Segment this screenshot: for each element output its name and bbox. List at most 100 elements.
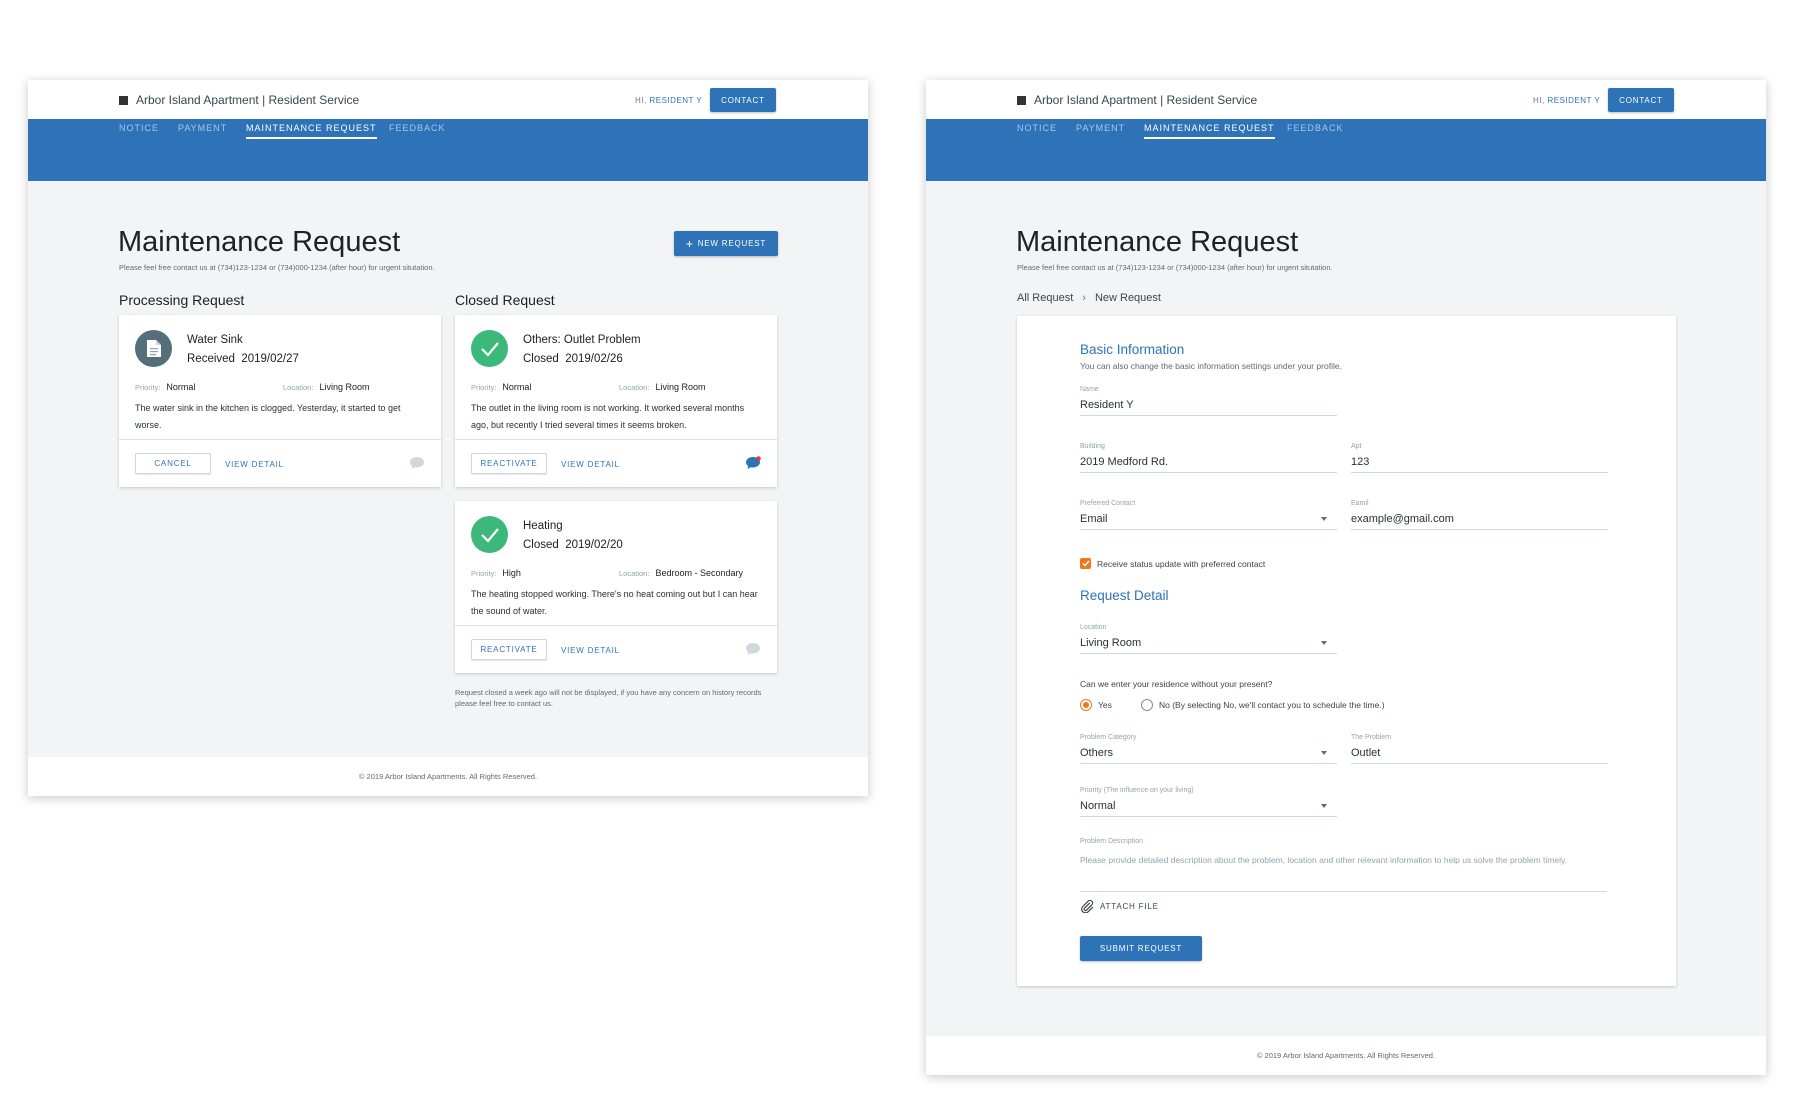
apt-input[interactable]: 123 xyxy=(1351,456,1608,473)
radio-yes[interactable]: Yes xyxy=(1080,699,1112,711)
radio-no-label: No (By selecting No, we'll contact you t… xyxy=(1159,700,1385,710)
reactivate-button[interactable]: REACTIVATE xyxy=(471,639,547,660)
tab-feedback[interactable]: FEEDBACK xyxy=(1287,123,1344,133)
card-divider xyxy=(455,625,777,626)
card-description: The heating stopped working. There's no … xyxy=(471,589,758,616)
attach-file-label: ATTACH FILE xyxy=(1100,901,1159,911)
problem-category-field[interactable]: Problem Category Others xyxy=(1080,734,1337,764)
request-card-heating: Heating Closed 2019/02/20 Priority: High … xyxy=(455,501,777,673)
tab-notice[interactable]: NOTICE xyxy=(1017,123,1057,133)
tab-notice[interactable]: NOTICE xyxy=(119,123,159,133)
request-card-outlet-problem: Others: Outlet Problem Closed 2019/02/26… xyxy=(455,315,777,487)
preferred-contact-select[interactable]: Email xyxy=(1080,513,1337,530)
priority-field[interactable]: Priority (The influence on your living) … xyxy=(1080,787,1337,817)
basic-info-subtitle: You can also change the basic informatio… xyxy=(1080,361,1342,371)
location-value: Living Room xyxy=(1080,637,1142,649)
attach-file-button[interactable]: ATTACH FILE xyxy=(1080,899,1159,913)
card-description: The outlet in the living room is not wor… xyxy=(471,403,745,430)
breadcrumb: All Request › New Request xyxy=(1017,292,1161,304)
caret-down-icon xyxy=(1321,804,1327,808)
email-field[interactable]: Eamil example@gmail.com xyxy=(1351,500,1608,530)
reactivate-button[interactable]: REACTIVATE xyxy=(471,453,547,474)
breadcrumb-new-request: New Request xyxy=(1094,292,1161,304)
priority-field: Priority: Normal xyxy=(471,382,532,392)
card-title: Others: Outlet Problem xyxy=(523,334,641,346)
name-field[interactable]: Name Resident Y xyxy=(1080,386,1337,416)
chat-icon[interactable] xyxy=(745,642,761,656)
name-label: Name xyxy=(1080,386,1099,393)
request-list-window: Arbor Island Apartment | Resident Servic… xyxy=(28,80,868,796)
user-greeting: HI, RESIDENT Y xyxy=(635,96,702,105)
new-request-button[interactable]: + NEW REQUEST xyxy=(674,231,778,256)
priority-select[interactable]: Normal xyxy=(1080,800,1337,817)
location-field: Location: Living Room xyxy=(283,382,370,392)
document-icon xyxy=(135,330,172,367)
email-input[interactable]: example@gmail.com xyxy=(1351,513,1608,530)
brand[interactable]: Arbor Island Apartment | Resident Servic… xyxy=(1017,93,1257,107)
location-field[interactable]: Location Living Room xyxy=(1080,624,1337,654)
paperclip-icon xyxy=(1081,899,1094,913)
tab-payment[interactable]: PAYMENT xyxy=(1076,123,1125,133)
footer-text: © 2019 Arbor Island Apartments. All Righ… xyxy=(358,772,538,781)
status-update-checkbox[interactable]: Receive status update with preferred con… xyxy=(1080,558,1265,569)
radio-unselected-icon[interactable] xyxy=(1141,699,1153,711)
preferred-contact-value: Email xyxy=(1080,513,1108,525)
the-problem-label: The Problem xyxy=(1351,734,1392,741)
page-title: Maintenance Request xyxy=(118,226,401,258)
contact-button[interactable]: CONTACT xyxy=(710,88,776,112)
closed-title: Closed Request xyxy=(455,292,555,308)
submit-request-button[interactable]: SUBMIT REQUEST xyxy=(1080,936,1202,961)
building-label: Building xyxy=(1080,443,1105,450)
preferred-contact-field[interactable]: Preferred Contact Email xyxy=(1080,500,1337,530)
contact-button[interactable]: CONTACT xyxy=(1608,88,1674,112)
user-name[interactable]: RESIDENT Y xyxy=(649,96,702,105)
view-detail-button[interactable]: VIEW DETAIL xyxy=(225,460,284,469)
tab-maintenance-request[interactable]: MAINTENANCE REQUEST xyxy=(1144,123,1275,139)
preferred-contact-label: Preferred Contact xyxy=(1080,500,1136,507)
priority-field: Priority: Normal xyxy=(135,382,196,392)
radio-selected-icon[interactable] xyxy=(1080,699,1092,711)
top-bar: Arbor Island Apartment | Resident Servic… xyxy=(926,80,1766,119)
basic-info-title: Basic Information xyxy=(1080,342,1185,357)
request-form: Basic Information You can also change th… xyxy=(1017,316,1676,986)
radio-yes-label: Yes xyxy=(1098,700,1112,710)
user-greeting: HI, RESIDENT Y xyxy=(1533,96,1600,105)
apt-label: Apt xyxy=(1351,443,1362,450)
apt-field[interactable]: Apt 123 xyxy=(1351,443,1608,473)
cancel-button[interactable]: CANCEL xyxy=(135,453,211,474)
view-detail-button[interactable]: VIEW DETAIL xyxy=(561,460,620,469)
chat-icon[interactable] xyxy=(409,456,425,470)
the-problem-field[interactable]: The Problem Outlet xyxy=(1351,734,1608,764)
name-input[interactable]: Resident Y xyxy=(1080,399,1337,416)
plus-icon: + xyxy=(685,236,694,251)
priority-label: Priority (The influence on your living) xyxy=(1080,787,1194,794)
caret-down-icon xyxy=(1321,641,1327,645)
footer: © 2019 Arbor Island Apartments. All Righ… xyxy=(28,757,868,796)
the-problem-input[interactable]: Outlet xyxy=(1351,747,1608,764)
building-input[interactable]: 2019 Medford Rd. xyxy=(1080,456,1337,473)
user-name[interactable]: RESIDENT Y xyxy=(1547,96,1600,105)
problem-description-textarea[interactable]: Please provide detailed description abou… xyxy=(1080,853,1607,892)
view-detail-button[interactable]: VIEW DETAIL xyxy=(561,646,620,655)
greeting-prefix: HI, xyxy=(1533,96,1545,105)
checkbox-checked-icon[interactable] xyxy=(1080,558,1091,569)
brand-name: Arbor Island Apartment | Resident Servic… xyxy=(136,93,360,107)
entry-question: Can we enter your residence without your… xyxy=(1080,679,1273,689)
brand[interactable]: Arbor Island Apartment | Resident Servic… xyxy=(119,93,359,107)
tab-maintenance-request[interactable]: MAINTENANCE REQUEST xyxy=(246,123,377,139)
card-description: The water sink in the kitchen is clogged… xyxy=(135,403,401,430)
breadcrumb-all-request[interactable]: All Request xyxy=(1017,292,1073,304)
card-title: Water Sink xyxy=(187,334,243,346)
problem-description-label: Problem Description xyxy=(1080,838,1144,845)
problem-category-select[interactable]: Others xyxy=(1080,747,1337,764)
location-select[interactable]: Living Room xyxy=(1080,637,1337,654)
building-field[interactable]: Building 2019 Medford Rd. xyxy=(1080,443,1337,473)
tab-payment[interactable]: PAYMENT xyxy=(178,123,227,133)
location-field: Location: Living Room xyxy=(619,382,706,392)
location-field: Location: Bedroom - Secondary xyxy=(619,568,743,578)
radio-no[interactable]: No (By selecting No, we'll contact you t… xyxy=(1141,699,1385,711)
footer-text: © 2019 Arbor Island Apartments. All Righ… xyxy=(1256,1051,1436,1060)
request-card-water-sink: Water Sink Received 2019/02/27 Priority:… xyxy=(119,315,441,487)
tab-feedback[interactable]: FEEDBACK xyxy=(389,123,446,133)
chat-unread-icon[interactable] xyxy=(745,456,761,470)
